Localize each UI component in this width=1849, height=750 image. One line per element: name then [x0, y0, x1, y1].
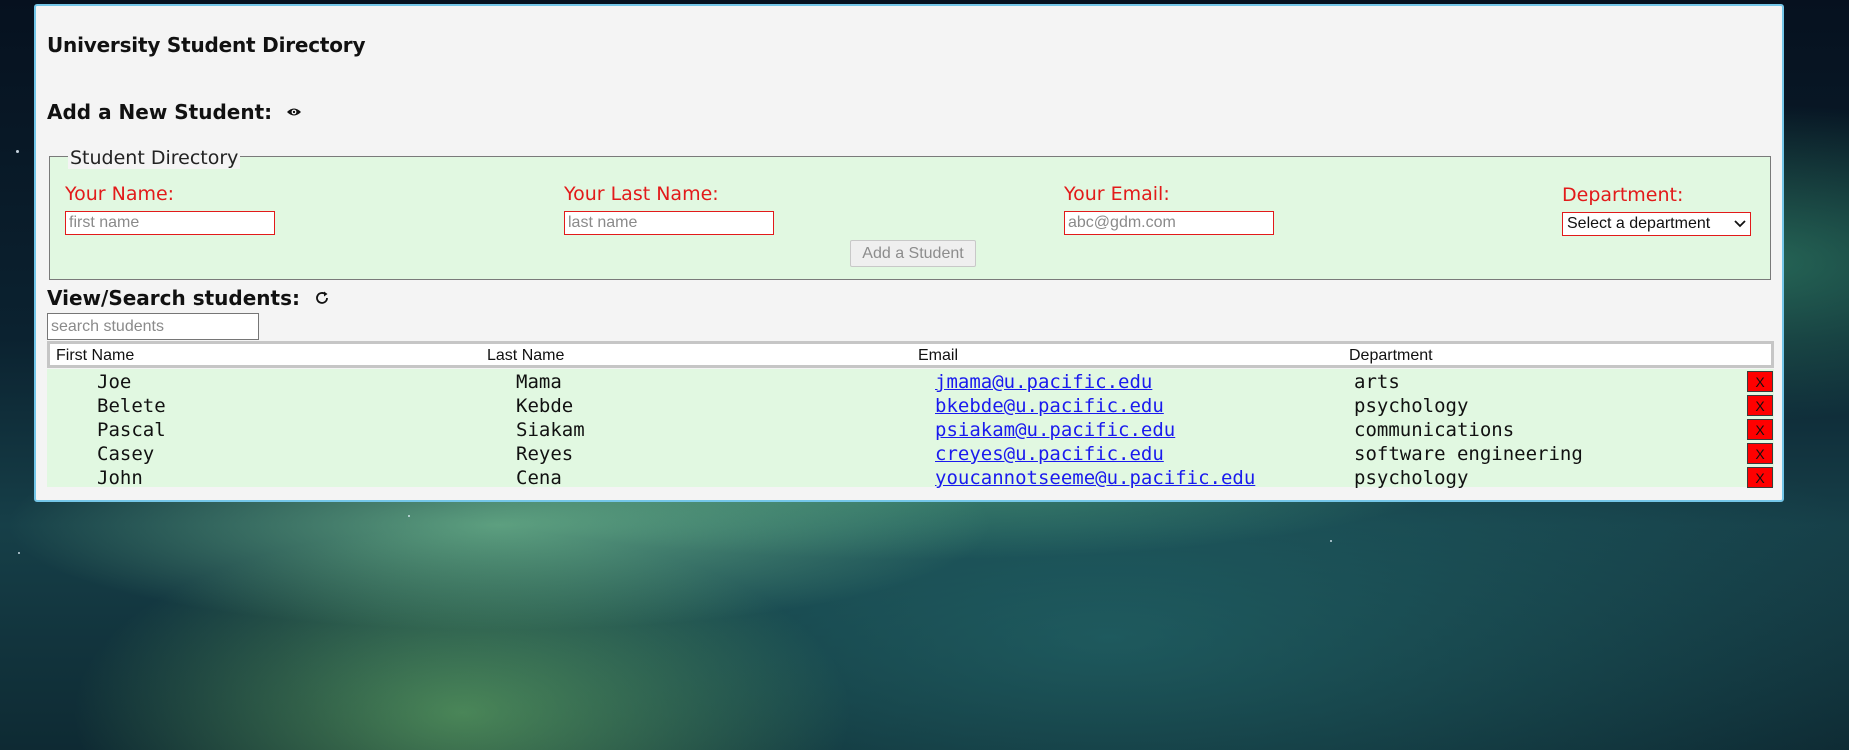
email-link[interactable]: bkebde@u.pacific.edu	[935, 395, 1164, 417]
cell-first-name: Belete	[97, 395, 166, 417]
email-link[interactable]: psiakam@u.pacific.edu	[935, 419, 1175, 441]
email-link[interactable]: creyes@u.pacific.edu	[935, 443, 1164, 465]
cell-department: communications	[1354, 419, 1515, 441]
table-row: Belete Kebde bkebde@u.pacific.edu psycho…	[47, 393, 1774, 417]
form-legend: Student Directory	[68, 147, 241, 169]
view-students-heading: View/Search students:	[47, 286, 330, 310]
cell-last-name: Mama	[516, 371, 562, 393]
table-header: First Name Last Name Email Department	[47, 341, 1774, 368]
cell-first-name: Pascal	[97, 419, 166, 441]
department-select-value: Select a department	[1567, 215, 1711, 232]
last-name-label: Your Last Name:	[564, 183, 719, 205]
add-student-heading: Add a New Student:	[47, 100, 302, 124]
delete-student-button[interactable]: X	[1747, 419, 1773, 440]
cell-department: psychology	[1354, 395, 1469, 417]
student-form: Student Directory Your Name: Your Last N…	[49, 147, 1771, 280]
table-row: John Cena youcannotseeme@u.pacific.edu p…	[47, 465, 1774, 489]
add-student-heading-text: Add a New Student:	[47, 100, 273, 124]
view-students-heading-text: View/Search students:	[47, 286, 300, 310]
table-row: Casey Reyes creyes@u.pacific.edu softwar…	[47, 441, 1774, 465]
email-link[interactable]: youcannotseeme@u.pacific.edu	[935, 467, 1255, 489]
background-star	[1330, 540, 1332, 542]
first-name-field-group: Your Name:	[65, 183, 275, 235]
page-title: University Student Directory	[47, 33, 366, 57]
cell-last-name: Siakam	[516, 419, 585, 441]
cell-first-name: Joe	[97, 371, 132, 393]
column-header-first-name: First Name	[56, 347, 135, 364]
search-input[interactable]	[47, 313, 259, 340]
background-star	[16, 150, 19, 153]
cell-email: youcannotseeme@u.pacific.edu	[935, 467, 1255, 489]
email-input[interactable]	[1064, 211, 1274, 235]
cell-last-name: Cena	[516, 467, 562, 489]
directory-panel: University Student Directory Add a New S…	[34, 4, 1784, 502]
first-name-label: Your Name:	[65, 183, 175, 205]
background-star	[408, 515, 410, 517]
email-field-group: Your Email:	[1064, 183, 1274, 235]
cell-last-name: Reyes	[516, 443, 574, 465]
department-label: Department:	[1562, 184, 1684, 206]
cell-department: software engineering	[1354, 443, 1583, 465]
email-link[interactable]: jmama@u.pacific.edu	[935, 371, 1152, 393]
column-header-last-name: Last Name	[487, 347, 565, 364]
table-row: Pascal Siakam psiakam@u.pacific.edu comm…	[47, 417, 1774, 441]
cell-first-name: John	[97, 467, 143, 489]
department-field-group: Department: Select a department	[1562, 184, 1751, 236]
table-row: Joe Mama jmama@u.pacific.edu arts X	[47, 369, 1774, 393]
column-header-email: Email	[918, 347, 959, 364]
delete-student-button[interactable]: X	[1747, 467, 1773, 488]
last-name-field-group: Your Last Name:	[564, 183, 774, 235]
first-name-input[interactable]	[65, 211, 275, 235]
delete-student-button[interactable]: X	[1747, 371, 1773, 392]
refresh-icon[interactable]	[314, 290, 330, 306]
student-table-body: Joe Mama jmama@u.pacific.edu arts X Bele…	[47, 369, 1774, 489]
chevron-down-icon	[1734, 215, 1746, 233]
delete-student-button[interactable]: X	[1747, 395, 1773, 416]
add-student-button[interactable]: Add a Student	[850, 240, 976, 267]
cell-department: psychology	[1354, 467, 1469, 489]
cell-email: psiakam@u.pacific.edu	[935, 419, 1175, 441]
cell-first-name: Casey	[97, 443, 155, 465]
cell-department: arts	[1354, 371, 1400, 393]
cell-email: creyes@u.pacific.edu	[935, 443, 1164, 465]
delete-student-button[interactable]: X	[1747, 443, 1773, 464]
background-star	[18, 552, 20, 554]
column-header-department: Department	[1349, 347, 1433, 364]
department-select[interactable]: Select a department	[1562, 212, 1751, 236]
email-label: Your Email:	[1064, 183, 1170, 205]
cell-email: bkebde@u.pacific.edu	[935, 395, 1164, 417]
eye-icon[interactable]	[286, 106, 302, 118]
cell-email: jmama@u.pacific.edu	[935, 371, 1152, 393]
cell-last-name: Kebde	[516, 395, 574, 417]
last-name-input[interactable]	[564, 211, 774, 235]
